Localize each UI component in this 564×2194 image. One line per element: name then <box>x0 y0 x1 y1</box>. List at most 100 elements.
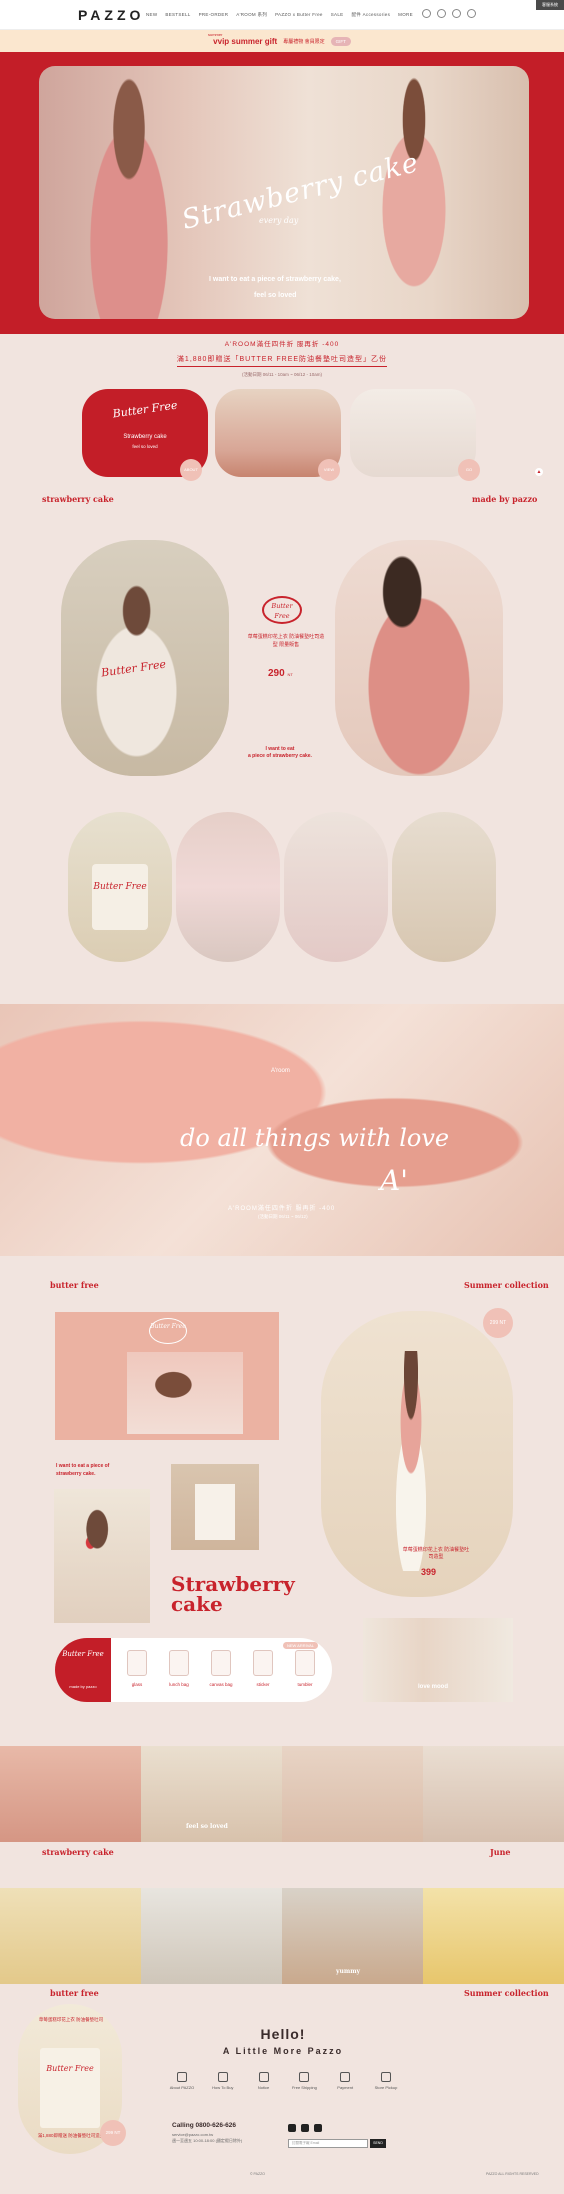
small-pill-stickers[interactable] <box>284 812 388 962</box>
scroll-top-icon[interactable]: ▲ <box>535 468 543 476</box>
sticker-icon <box>253 1650 273 1676</box>
main-nav: NEW BESTSELL PRE-ORDER A'ROOM 系列 PAZZO x… <box>146 12 413 18</box>
category-canvas-bag[interactable]: canvas bag <box>203 1650 239 1687</box>
strip-photo[interactable] <box>282 1746 423 1842</box>
strip-photo[interactable] <box>0 1746 141 1842</box>
collage-pink-card[interactable]: Butter Free <box>55 1312 279 1440</box>
footer-call[interactable]: Calling 0800-626-626 <box>172 2122 236 2129</box>
footer-about[interactable]: About PAZZO <box>164 2072 200 2090</box>
site-header: PAZZO NEW BESTSELL PRE-ORDER A'ROOM 系列 P… <box>0 0 564 30</box>
strip-1-text: feel so loved <box>186 1823 228 1830</box>
chat-button[interactable]: 客服系統 <box>536 0 564 10</box>
footer-store-pickup[interactable]: Store Pickup <box>368 2072 404 2090</box>
footer-free-shipping[interactable]: Free Shipping <box>286 2072 322 2090</box>
collage-bag-photo[interactable] <box>171 1464 259 1550</box>
product-description: 草莓蛋糕印花上衣 防油餐墊吐司造型 限量販售 <box>247 634 325 648</box>
nav-item-aroom[interactable]: A'ROOM 系列 <box>236 12 267 18</box>
thumb-badge-3[interactable]: GO <box>458 459 480 481</box>
category-lunch-bag[interactable]: lunch bag <box>161 1650 197 1687</box>
nav-item-preorder[interactable]: PRE-ORDER <box>199 12 229 18</box>
category-bar: Butter Free made by pazzo glass lunch ba… <box>55 1638 332 1702</box>
aroom-banner[interactable]: A'room do all things with love A' A'ROOM… <box>0 1004 564 1256</box>
small-pill-drink[interactable] <box>176 812 280 962</box>
price-badge[interactable]: 299 NT <box>483 1308 513 1338</box>
strip-2-text: yummy <box>336 1968 361 1975</box>
strip-photo[interactable] <box>423 1746 564 1842</box>
footer-notice[interactable]: Notice <box>246 2072 282 2090</box>
nav-item-new[interactable]: NEW <box>146 12 157 18</box>
category-tumbler[interactable]: tumbler <box>287 1650 323 1687</box>
product-photo-right[interactable] <box>335 540 503 776</box>
category-brand-logo: Butter Free <box>62 1650 104 1658</box>
brand-logo[interactable]: PAZZO <box>78 7 144 23</box>
small-pill-tote[interactable] <box>392 812 496 962</box>
promo-bar[interactable]: summer vvip summer gift 專屬禮物 會員限定 GIFT <box>0 30 564 52</box>
banner-pillow-logo: A' <box>380 1164 408 1197</box>
arch-description: 草莓蛋糕印花上衣 防油餐墊吐司造型 <box>402 1547 470 1560</box>
nav-item-accessories[interactable]: 配件 Accessories <box>351 12 390 18</box>
category-brand[interactable]: Butter Free made by pazzo <box>55 1638 111 1702</box>
collage-arch-photo[interactable]: 草莓蛋糕印花上衣 防油餐墊吐司造型 399 <box>321 1311 513 1597</box>
lunch-bag-icon <box>169 1650 189 1676</box>
footer-badge[interactable]: 299 NT <box>100 2120 126 2146</box>
strip-photo[interactable] <box>141 1888 282 1984</box>
photo-strip-1 <box>0 1746 564 1842</box>
category-sticker[interactable]: sticker <box>245 1650 281 1687</box>
hero-image[interactable]: Strawberry cake every day I want to eat … <box>39 66 529 319</box>
newsletter-input[interactable]: 訂閱電子報 Email <box>288 2139 368 2148</box>
campaign-text: A'ROOM滿任四件折 服再折 -400 滿1,880即贈送「BUTTER FR… <box>0 338 564 378</box>
footer-rights: PAZZO ALL RIGHTS RESERVED <box>486 2172 539 2176</box>
footer-pill-bag: Butter Free <box>40 2048 100 2128</box>
product-price: 290 NT <box>268 668 293 679</box>
nav-item-butterfree[interactable]: PAZZO x Butter Free <box>275 12 323 18</box>
campaign-line-3: (活動日期 06/11 - 10am ~ 06/12 - 10am) <box>241 372 323 377</box>
collage-logo: Butter Free <box>149 1318 187 1344</box>
campaign-line-2[interactable]: 滿1,880即贈送「BUTTER FREE防油餐墊吐司造型」乙份 <box>176 354 388 367</box>
price-unit: NT <box>287 672 293 677</box>
strip-photo[interactable] <box>423 1888 564 1984</box>
label-summer-collection-2: Summer collection <box>464 1988 549 1998</box>
truck-icon <box>299 2072 310 2082</box>
user-icon[interactable] <box>437 9 446 18</box>
hello-title: Hello! <box>260 2026 306 2042</box>
promo-subtitle: 專屬禮物 會員限定 <box>283 38 325 45</box>
nav-item-more[interactable]: MORE <box>398 12 413 18</box>
collage-girl-photo[interactable] <box>54 1489 150 1623</box>
product-photo-left[interactable]: Butter Free <box>61 540 229 776</box>
instagram-icon[interactable] <box>314 2124 322 2132</box>
heart-icon[interactable] <box>452 9 461 18</box>
promo-pill[interactable]: GIFT <box>330 36 351 46</box>
newsletter-send-button[interactable]: SEND <box>370 2139 386 2148</box>
nav-item-sale[interactable]: SALE <box>331 12 344 18</box>
social-links <box>288 2124 322 2132</box>
footer-how-to-buy[interactable]: How To Buy <box>205 2072 241 2090</box>
collage-rack-photo[interactable]: love mood <box>363 1618 513 1702</box>
home-icon <box>177 2072 187 2082</box>
shirt-print: Butter Free <box>100 657 167 680</box>
footer-hours: 週一至週五 10:00-18:00 (國定假日除外) <box>172 2138 243 2143</box>
strip-photo[interactable] <box>0 1888 141 1984</box>
footer-hello: Hello! A Little More Pazzo <box>170 2026 396 2056</box>
small-pill-bag[interactable]: Butter Free <box>68 812 172 962</box>
photo-strip-2 <box>0 1888 564 1984</box>
new-arrival-badge: NEW ARRIVAL <box>282 1642 318 1649</box>
category-glass[interactable]: glass <box>119 1650 155 1687</box>
label-june: June <box>490 1847 511 1857</box>
bag-shape <box>195 1484 235 1540</box>
summer-mark: summer <box>208 32 223 37</box>
card-brand: Butter Free <box>111 398 179 421</box>
banner-line-2: (活動日期 06/11 ~ 06/12) <box>258 1214 308 1219</box>
footer-payment[interactable]: Payment <box>327 2072 363 2090</box>
placemat-photo-card[interactable] <box>350 389 476 477</box>
cart-icon[interactable] <box>467 9 476 18</box>
line-icon[interactable] <box>301 2124 309 2132</box>
category-label: glass <box>131 1682 143 1687</box>
thumb-badge-1[interactable]: ABOUT <box>180 459 202 481</box>
hero-model-left <box>69 66 189 319</box>
want-text: I want to eat a piece of strawberry cake… <box>248 746 312 760</box>
nav-item-bestsell[interactable]: BESTSELL <box>165 12 190 18</box>
notice-icon <box>258 2072 269 2082</box>
search-icon[interactable] <box>422 9 431 18</box>
thumb-badge-2[interactable]: VIEW <box>318 459 340 481</box>
facebook-icon[interactable] <box>288 2124 296 2132</box>
